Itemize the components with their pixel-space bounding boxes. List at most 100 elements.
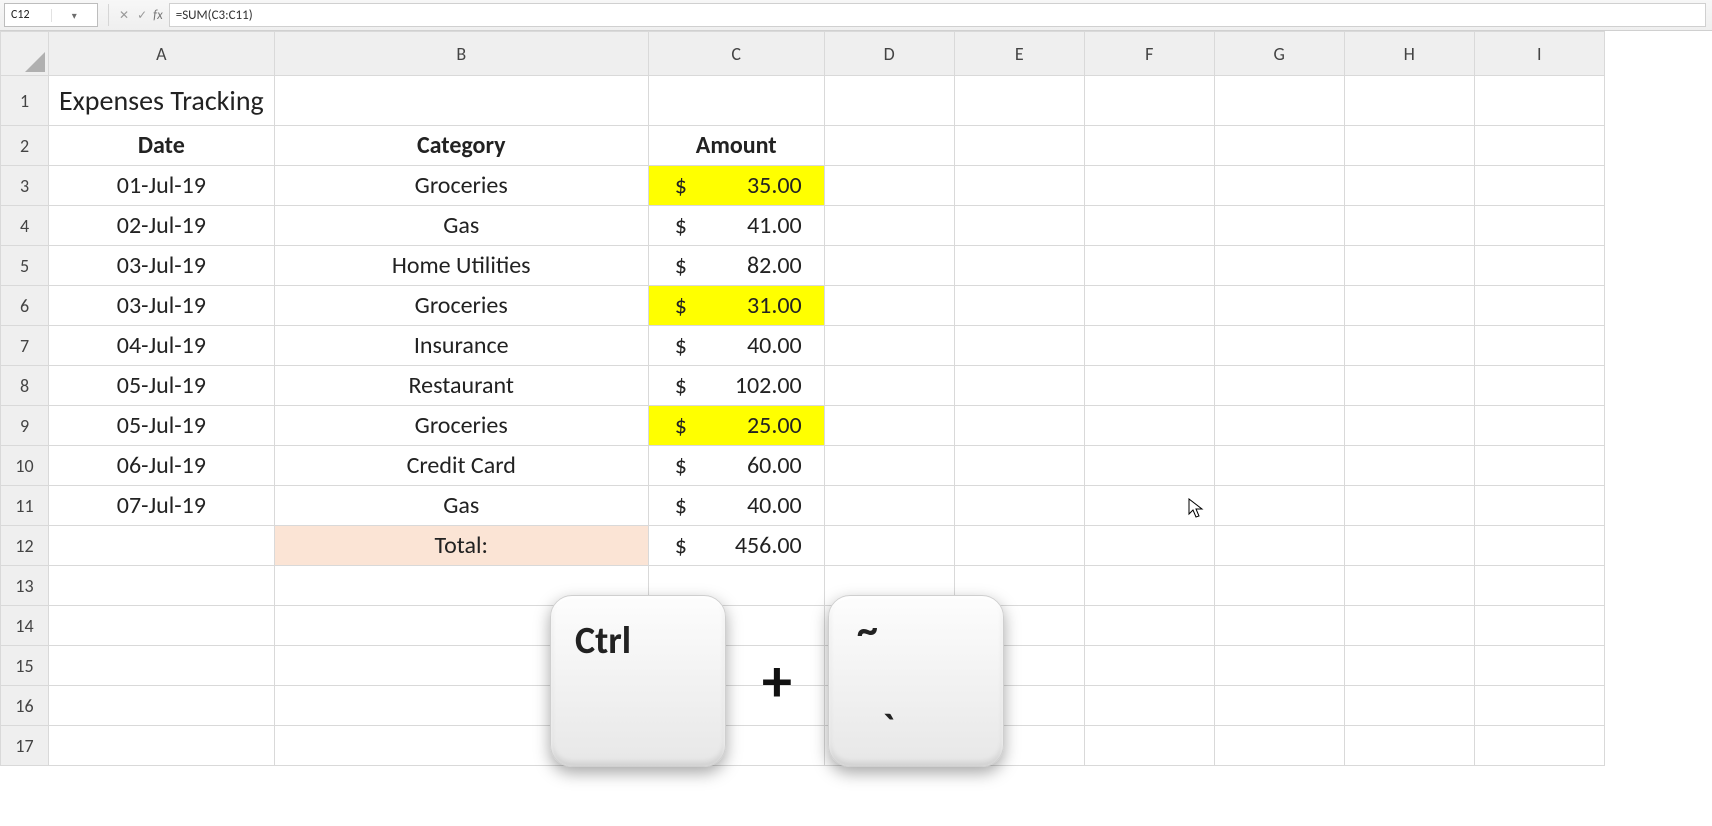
currency-icon: $	[671, 171, 687, 200]
cell-B11[interactable]: Gas	[274, 486, 648, 526]
name-box-dropdown-icon[interactable]: ▾	[51, 9, 98, 22]
cell-B3[interactable]: Groceries	[274, 166, 648, 206]
cell-C7[interactable]: $40.00	[648, 326, 824, 366]
col-header-C[interactable]: C	[648, 32, 824, 76]
row-header-11[interactable]: 11	[1, 486, 49, 526]
cell-G1[interactable]	[1214, 76, 1344, 126]
col-header-E[interactable]: E	[954, 32, 1084, 76]
cell-A6[interactable]: 03-Jul-19	[49, 286, 275, 326]
cell-C5[interactable]: $82.00	[648, 246, 824, 286]
col-header-I[interactable]: I	[1474, 32, 1604, 76]
name-box[interactable]: C12 ▾	[4, 3, 98, 27]
row-header-15[interactable]: 15	[1, 646, 49, 686]
cell-B12[interactable]: Total:	[274, 526, 648, 566]
cell-F2[interactable]	[1084, 126, 1214, 166]
amount-value: 31.00	[747, 291, 802, 320]
cell-C6[interactable]: $31.00	[648, 286, 824, 326]
cell-B10[interactable]: Credit Card	[274, 446, 648, 486]
row-header-3[interactable]: 3	[1, 166, 49, 206]
row-header-10[interactable]: 10	[1, 446, 49, 486]
formula-input[interactable]: =SUM(C3:C11)	[169, 3, 1706, 27]
cell-A5[interactable]: 03-Jul-19	[49, 246, 275, 286]
cell-C2[interactable]: Amount	[648, 126, 824, 166]
cell-A11[interactable]: 07-Jul-19	[49, 486, 275, 526]
cell-A10[interactable]: 06-Jul-19	[49, 446, 275, 486]
row-10: 10 06-Jul-19 Credit Card $60.00	[1, 446, 1605, 486]
cell-H1[interactable]	[1344, 76, 1474, 126]
cell-C9[interactable]: $25.00	[648, 406, 824, 446]
cell-F1[interactable]	[1084, 76, 1214, 126]
row-header-12[interactable]: 12	[1, 526, 49, 566]
cell-C4[interactable]: $41.00	[648, 206, 824, 246]
cell-B7[interactable]: Insurance	[274, 326, 648, 366]
cell-D1[interactable]	[824, 76, 954, 126]
cell-B4[interactable]: Gas	[274, 206, 648, 246]
cell-A7[interactable]: 04-Jul-19	[49, 326, 275, 366]
row-6: 6 03-Jul-19 Groceries $31.00	[1, 286, 1605, 326]
row-header-8[interactable]: 8	[1, 366, 49, 406]
cell-A2[interactable]: Date	[49, 126, 275, 166]
cell-B6[interactable]: Groceries	[274, 286, 648, 326]
cell-A9[interactable]: 05-Jul-19	[49, 406, 275, 446]
row-header-9[interactable]: 9	[1, 406, 49, 446]
row-header-17[interactable]: 17	[1, 726, 49, 766]
cell-A12[interactable]	[49, 526, 275, 566]
cell-A4[interactable]: 02-Jul-19	[49, 206, 275, 246]
formula-text: =SUM(C3:C11)	[176, 8, 253, 23]
amount-value: 25.00	[747, 411, 802, 440]
row-header-7[interactable]: 7	[1, 326, 49, 366]
row-header-13[interactable]: 13	[1, 566, 49, 606]
col-header-F[interactable]: F	[1084, 32, 1214, 76]
row-header-16[interactable]: 16	[1, 686, 49, 726]
enter-icon[interactable]: ✓	[137, 8, 147, 23]
cell-A8[interactable]: 05-Jul-19	[49, 366, 275, 406]
formula-bar-icons: ✕ ✓	[115, 8, 151, 23]
amount-value: 41.00	[747, 211, 802, 240]
currency-icon: $	[671, 371, 687, 400]
cell-H2[interactable]	[1344, 126, 1474, 166]
col-header-D[interactable]: D	[824, 32, 954, 76]
amount-value: 102.00	[735, 371, 802, 400]
cell-C8[interactable]: $102.00	[648, 366, 824, 406]
select-all-corner[interactable]	[1, 32, 49, 76]
cell-B2[interactable]: Category	[274, 126, 648, 166]
cell-C11[interactable]: $40.00	[648, 486, 824, 526]
row-header-1[interactable]: 1	[1, 76, 49, 126]
row-4: 4 02-Jul-19 Gas $41.00	[1, 206, 1605, 246]
column-headers: A B C D E F G H I	[1, 32, 1605, 76]
cell-B8[interactable]: Restaurant	[274, 366, 648, 406]
cell-C3[interactable]: $35.00	[648, 166, 824, 206]
row-header-5[interactable]: 5	[1, 246, 49, 286]
row-header-14[interactable]: 14	[1, 606, 49, 646]
cell-D2[interactable]	[824, 126, 954, 166]
currency-icon: $	[671, 491, 687, 520]
currency-icon: $	[671, 531, 687, 560]
col-header-H[interactable]: H	[1344, 32, 1474, 76]
row-header-6[interactable]: 6	[1, 286, 49, 326]
formula-bar: C12 ▾ ✕ ✓ fx =SUM(C3:C11)	[0, 0, 1712, 31]
cell-A1[interactable]: Expenses Tracking	[49, 76, 275, 126]
cell-A3[interactable]: 01-Jul-19	[49, 166, 275, 206]
cell-B9[interactable]: Groceries	[274, 406, 648, 446]
cell-B1[interactable]	[274, 76, 648, 126]
cell-G2[interactable]	[1214, 126, 1344, 166]
row-1: 1 Expenses Tracking	[1, 76, 1605, 126]
cancel-icon[interactable]: ✕	[119, 8, 129, 23]
cell-C10[interactable]: $60.00	[648, 446, 824, 486]
col-header-B[interactable]: B	[274, 32, 648, 76]
cell-B5[interactable]: Home Utilities	[274, 246, 648, 286]
col-header-A[interactable]: A	[49, 32, 275, 76]
cell-E2[interactable]	[954, 126, 1084, 166]
cell-C12[interactable]: $456.00	[648, 526, 824, 566]
cell-I1[interactable]	[1474, 76, 1604, 126]
cell-I2[interactable]	[1474, 126, 1604, 166]
row-header-4[interactable]: 4	[1, 206, 49, 246]
cell-C1[interactable]	[648, 76, 824, 126]
fx-icon[interactable]: fx	[153, 8, 163, 23]
mouse-cursor-icon	[1188, 498, 1204, 526]
currency-icon: $	[671, 251, 687, 280]
row-header-2[interactable]: 2	[1, 126, 49, 166]
row-2: 2 Date Category Amount	[1, 126, 1605, 166]
col-header-G[interactable]: G	[1214, 32, 1344, 76]
cell-E1[interactable]	[954, 76, 1084, 126]
